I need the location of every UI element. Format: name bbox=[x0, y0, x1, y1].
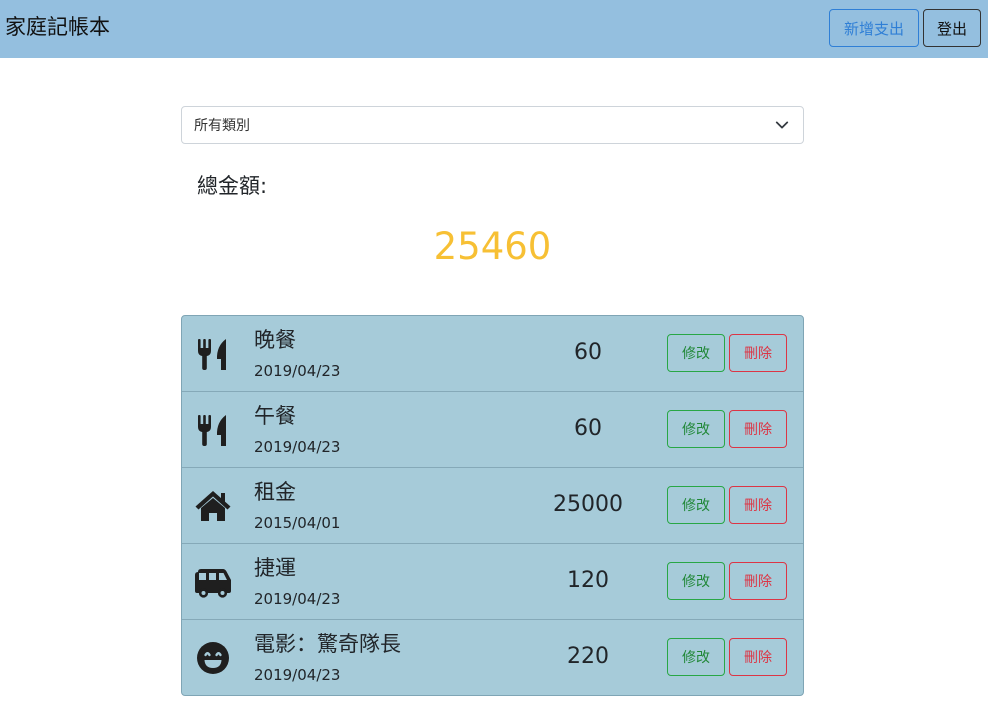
app-title: 家庭記帳本 bbox=[5, 15, 110, 39]
logout-button[interactable]: 登出 bbox=[923, 9, 981, 47]
add-expense-button[interactable]: 新增支出 bbox=[829, 9, 919, 47]
expense-list: 晚餐 2019/04/23 60 修改 刪除 午餐 2019/04/23 60 … bbox=[181, 315, 804, 696]
expense-name: 午餐 bbox=[254, 404, 296, 428]
category-filter-select[interactable]: 所有類別 bbox=[181, 106, 804, 144]
expense-date: 2019/04/23 bbox=[254, 362, 341, 380]
expense-name: 捷運 bbox=[254, 556, 296, 580]
delete-button[interactable]: 刪除 bbox=[729, 562, 787, 600]
utensils-icon bbox=[198, 415, 226, 446]
utensils-icon bbox=[198, 339, 226, 370]
expense-row: 捷運 2019/04/23 120 修改 刪除 bbox=[182, 544, 803, 620]
delete-button[interactable]: 刪除 bbox=[729, 334, 787, 372]
smile-icon bbox=[197, 642, 229, 674]
expense-date: 2019/04/23 bbox=[254, 590, 341, 608]
expense-date: 2019/04/23 bbox=[254, 438, 341, 456]
edit-button[interactable]: 修改 bbox=[667, 562, 725, 600]
expense-name: 電影：驚奇隊長 bbox=[254, 632, 401, 656]
expense-amount: 220 bbox=[567, 644, 609, 669]
total-label: 總金額: bbox=[197, 174, 268, 198]
category-filter-value: 所有類別 bbox=[194, 118, 250, 134]
expense-row: 租金 2015/04/01 25000 修改 刪除 bbox=[182, 468, 803, 544]
edit-button[interactable]: 修改 bbox=[667, 638, 725, 676]
expense-amount: 60 bbox=[574, 340, 602, 365]
expense-amount: 25000 bbox=[553, 492, 623, 517]
expense-row: 晚餐 2019/04/23 60 修改 刪除 bbox=[182, 316, 803, 392]
delete-button[interactable]: 刪除 bbox=[729, 486, 787, 524]
edit-button[interactable]: 修改 bbox=[667, 486, 725, 524]
edit-button[interactable]: 修改 bbox=[667, 334, 725, 372]
top-navbar: 家庭記帳本 新增支出 登出 bbox=[0, 0, 988, 58]
home-icon bbox=[195, 491, 231, 521]
edit-button[interactable]: 修改 bbox=[667, 410, 725, 448]
delete-button[interactable]: 刪除 bbox=[729, 410, 787, 448]
chevron-down-icon bbox=[775, 121, 789, 129]
expense-date: 2015/04/01 bbox=[254, 514, 341, 532]
bus-icon bbox=[195, 569, 231, 598]
expense-name: 租金 bbox=[254, 480, 296, 504]
expense-row: 午餐 2019/04/23 60 修改 刪除 bbox=[182, 392, 803, 468]
delete-button[interactable]: 刪除 bbox=[729, 638, 787, 676]
expense-amount: 60 bbox=[574, 416, 602, 441]
expense-amount: 120 bbox=[567, 568, 609, 593]
expense-row: 電影：驚奇隊長 2019/04/23 220 修改 刪除 bbox=[182, 620, 803, 695]
total-amount: 25460 bbox=[433, 225, 552, 268]
expense-name: 晚餐 bbox=[254, 328, 296, 352]
expense-date: 2019/04/23 bbox=[254, 666, 341, 684]
